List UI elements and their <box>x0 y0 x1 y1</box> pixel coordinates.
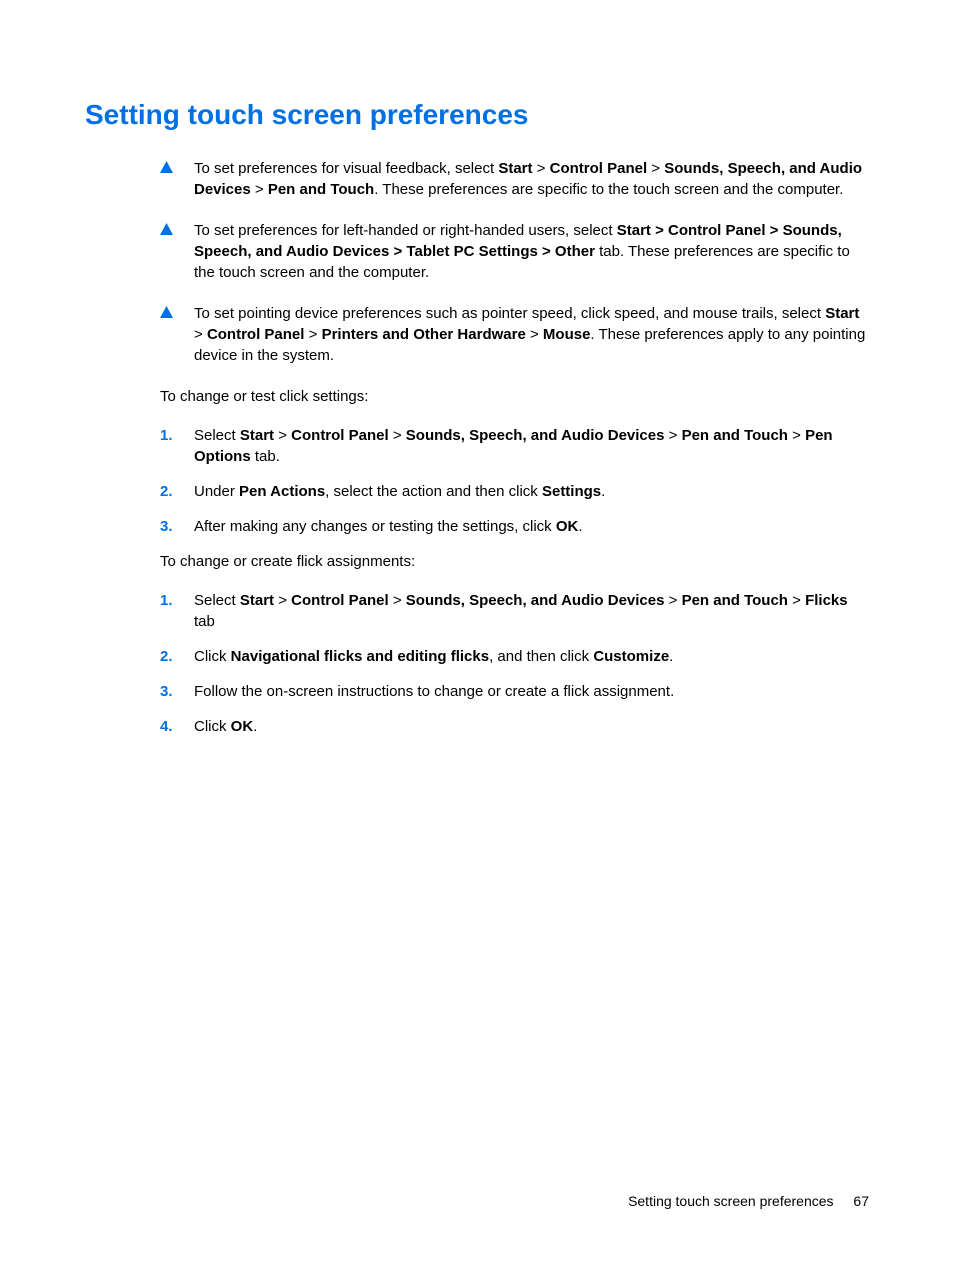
page-content: To set preferences for visual feedback, … <box>160 158 869 737</box>
list-item: 4. Click OK. <box>160 716 869 737</box>
footer-label: Setting touch screen preferences <box>628 1193 833 1209</box>
bullet-item: To set preferences for left-handed or ri… <box>160 220 869 283</box>
step-number: 1. <box>160 590 194 611</box>
step-number: 2. <box>160 646 194 667</box>
list-item: 1. Select Start > Control Panel > Sounds… <box>160 425 869 467</box>
step-text: After making any changes or testing the … <box>194 516 869 537</box>
section-intro: To change or test click settings: <box>160 386 869 407</box>
page-number: 67 <box>853 1193 869 1209</box>
step-number: 3. <box>160 516 194 537</box>
triangle-bullet-icon <box>160 303 194 318</box>
bullet-text: To set pointing device preferences such … <box>194 303 869 366</box>
list-item: 1. Select Start > Control Panel > Sounds… <box>160 590 869 632</box>
step-text: Select Start > Control Panel > Sounds, S… <box>194 590 869 632</box>
step-number: 1. <box>160 425 194 446</box>
step-number: 2. <box>160 481 194 502</box>
step-text: Click Navigational flicks and editing fl… <box>194 646 869 667</box>
triangle-bullet-icon <box>160 158 194 173</box>
list-item: 3. After making any changes or testing t… <box>160 516 869 537</box>
step-number: 3. <box>160 681 194 702</box>
list-item: 2. Click Navigational flicks and editing… <box>160 646 869 667</box>
list-item: 2. Under Pen Actions, select the action … <box>160 481 869 502</box>
bullet-text: To set preferences for visual feedback, … <box>194 158 869 200</box>
step-text: Click OK. <box>194 716 869 737</box>
list-item: 3. Follow the on-screen instructions to … <box>160 681 869 702</box>
step-text: Follow the on-screen instructions to cha… <box>194 681 869 702</box>
step-text: Select Start > Control Panel > Sounds, S… <box>194 425 869 467</box>
page-footer: Setting touch screen preferences 67 <box>628 1192 869 1212</box>
bullet-item: To set preferences for visual feedback, … <box>160 158 869 200</box>
page-heading: Setting touch screen preferences <box>85 95 869 134</box>
triangle-bullet-icon <box>160 220 194 235</box>
step-text: Under Pen Actions, select the action and… <box>194 481 869 502</box>
step-number: 4. <box>160 716 194 737</box>
bullet-item: To set pointing device preferences such … <box>160 303 869 366</box>
section-intro: To change or create flick assignments: <box>160 551 869 572</box>
bullet-text: To set preferences for left-handed or ri… <box>194 220 869 283</box>
